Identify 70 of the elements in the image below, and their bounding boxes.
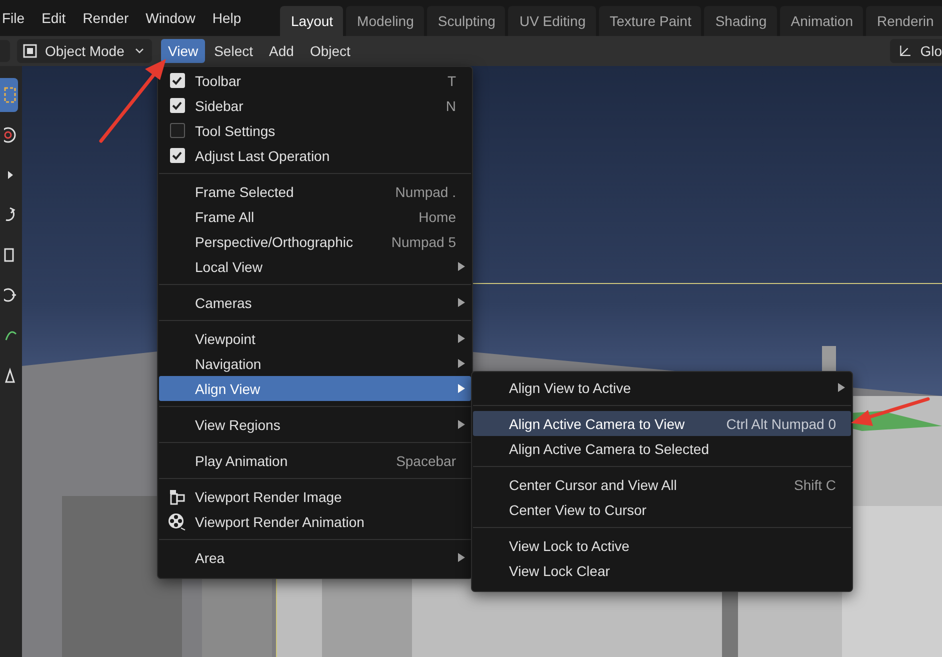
workspace-tab[interactable]: Animation [780,6,863,36]
menu-item[interactable]: Align Active Camera to Selected [473,436,851,461]
transform-icon [4,286,18,304]
menu-item[interactable]: Area [159,545,471,570]
menu-item[interactable]: Viewport Render Animation [159,509,471,534]
workspace-tab[interactable]: Shading [704,6,777,36]
menu-item[interactable]: Frame Selected Numpad . [159,179,471,204]
header-menu[interactable]: Object [302,39,358,63]
cursor-icon [4,126,18,144]
menu-link[interactable]: File [0,10,34,26]
chevron-down-icon [135,48,144,54]
menu-item[interactable]: Center View to Cursor [473,497,851,522]
menu-item[interactable]: Play Animation Spacebar [159,448,471,473]
menu-item[interactable]: View Lock Clear [473,558,851,583]
shortcut-label: T [447,72,456,88]
submenu-arrow-icon [458,334,465,343]
submenu-arrow-icon [458,420,465,429]
workspace-tab[interactable]: Texture Paint [598,6,702,36]
shortcut-label: Spacebar [396,452,456,468]
menu-item[interactable]: Align View [159,376,471,401]
menu-item[interactable]: Sidebar N [159,93,471,118]
menu-item[interactable]: Tool Settings [159,118,471,143]
menu-item[interactable]: Navigation [159,351,471,376]
film-reel-icon [168,512,186,530]
orientation-dropdown[interactable]: Glo [890,39,942,63]
image-render-icon [169,488,185,504]
shortcut-label: Numpad . [395,184,456,200]
axes-icon [898,43,912,59]
submenu-arrow-icon [458,359,465,368]
shortcut-label: Numpad 5 [391,234,456,250]
object-mode-icon [22,43,38,59]
workspace-tab[interactable]: Layout [280,6,344,36]
menu-item[interactable]: Center Cursor and View All Shift C [473,472,851,497]
submenu-arrow-icon [458,298,465,307]
menu-item[interactable]: Viewport Render Image [159,484,471,509]
header-menu[interactable]: Add [262,39,301,63]
menu-link[interactable]: Render [74,10,138,26]
menu-link[interactable]: Help [204,10,250,26]
submenu-arrow-icon [838,383,845,392]
submenu-arrow-icon [458,262,465,271]
menu-item[interactable]: Viewpoint [159,326,471,351]
menu-item[interactable]: View Regions [159,412,471,437]
rotate-icon [4,206,18,224]
measure-icon [4,366,18,384]
menu-item[interactable]: Align View to Active [473,375,851,400]
workspace-tab[interactable]: Sculpting [426,6,506,36]
submenu-arrow-icon [458,553,465,562]
workspace-tab[interactable]: UV Editing [508,6,596,36]
menu-item[interactable]: Local View [159,254,471,279]
shortcut-label: Home [418,208,456,224]
menu-item[interactable]: Align Active Camera to View Ctrl Alt Numpad 0 [473,411,851,436]
menu-link[interactable]: Window [138,10,204,26]
select-box-icon [4,86,18,104]
shortcut-label: N [446,98,456,114]
mode-dropdown[interactable]: Object Mode [17,39,152,63]
menu-item[interactable]: Perspective/Orthographic Numpad 5 [159,229,471,254]
menu-link[interactable]: Edit [34,10,75,26]
header-menu[interactable]: View [161,39,206,63]
shortcut-label: Ctrl Alt Numpad 0 [726,416,836,432]
shortcut-label: Shift C [794,476,836,492]
submenu-arrow-icon [458,384,465,393]
workspace-tab[interactable]: Renderin [866,6,942,36]
menu-item[interactable]: Adjust Last Operation [159,143,471,168]
checkbox[interactable] [170,123,184,138]
menu-item[interactable]: Toolbar T [159,68,471,93]
workspace-tab[interactable]: Modeling [346,6,424,36]
header-menu[interactable]: Select [207,39,260,63]
menu-item[interactable]: Frame All Home [159,204,471,229]
menu-item[interactable]: Cameras [159,290,471,315]
menu-item[interactable]: View Lock to Active [473,533,851,558]
